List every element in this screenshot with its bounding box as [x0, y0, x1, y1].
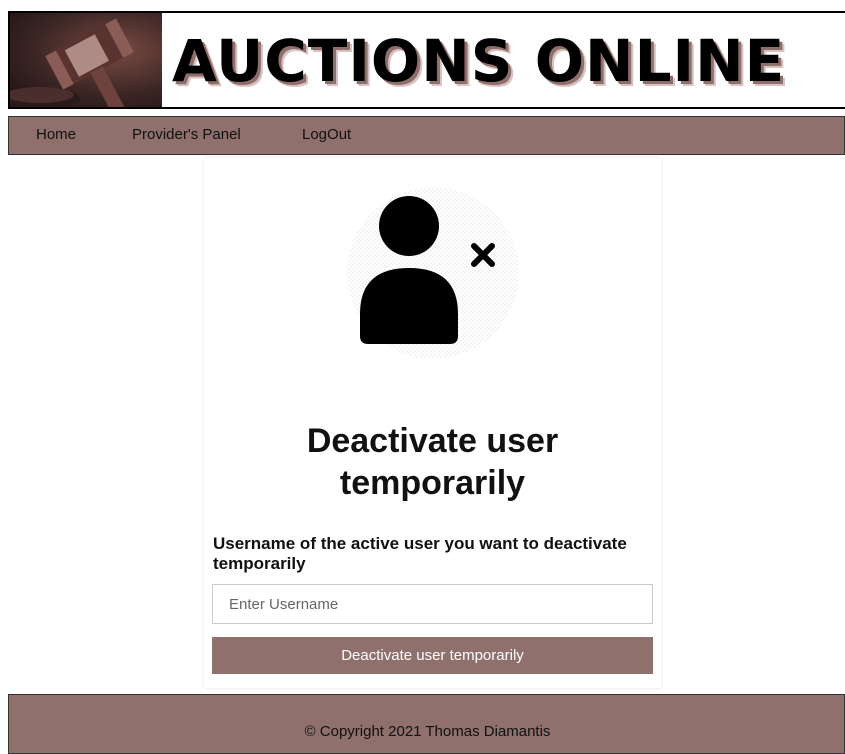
user-remove-icon	[346, 186, 521, 361]
gavel-icon	[10, 13, 162, 107]
username-input[interactable]	[212, 584, 653, 624]
nav-providers-panel-link[interactable]: Provider's Panel	[132, 126, 241, 143]
site-title: AUCTIONS ONLINE	[172, 27, 786, 95]
nav-logout-link[interactable]: LogOut	[302, 126, 351, 143]
site-header: AUCTIONS ONLINE	[8, 11, 845, 109]
nav-home-link[interactable]: Home	[36, 126, 76, 143]
heading-line-2: temporarily	[339, 464, 526, 502]
username-label: Username of the active user you want to …	[213, 534, 627, 573]
heading-line-1: Deactivate user	[306, 422, 559, 460]
deactivate-user-button[interactable]: Deactivate user temporarily	[212, 637, 653, 674]
navbar: Home Provider's Panel LogOut	[8, 116, 845, 155]
site-footer: © Copyright 2021 Thomas Diamantis	[8, 694, 845, 754]
copyright-text: © Copyright 2021 Thomas Diamantis	[304, 723, 551, 740]
deactivate-user-card: Deactivate user temporarily Username of …	[204, 158, 661, 688]
page-heading: Deactivate user temporarily	[204, 420, 661, 504]
